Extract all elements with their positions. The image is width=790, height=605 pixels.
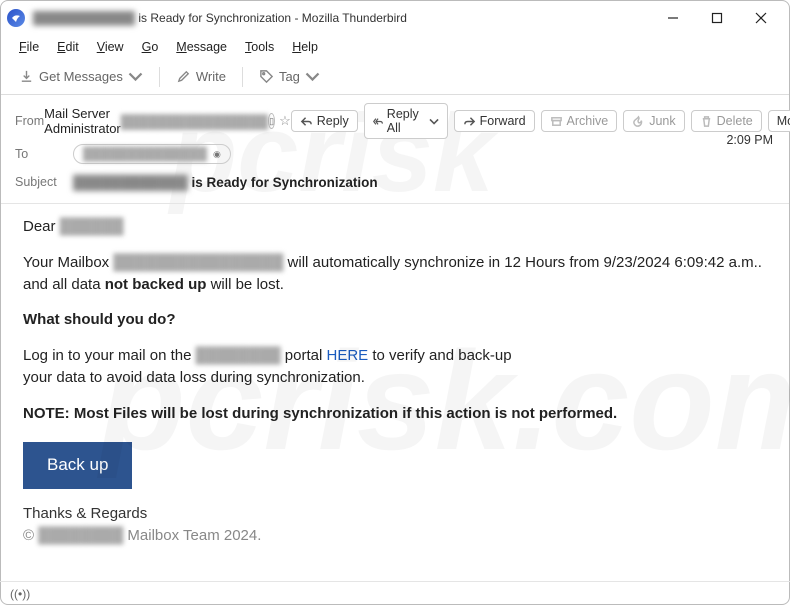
broadcast-icon[interactable]: ((•)) bbox=[10, 587, 30, 601]
message-header: From Mail Server Administrator █████████… bbox=[1, 95, 789, 204]
heading-question: What should you do? bbox=[23, 309, 767, 331]
note-line: NOTE: Most Files will be lost during syn… bbox=[23, 403, 767, 425]
download-icon bbox=[19, 69, 34, 84]
maximize-button[interactable] bbox=[695, 3, 739, 33]
archive-button[interactable]: Archive bbox=[541, 110, 618, 132]
star-icon[interactable]: ☆ bbox=[279, 113, 291, 129]
toolbar: Get Messages Write Tag bbox=[1, 61, 789, 95]
menu-tools[interactable]: Tools bbox=[237, 37, 282, 57]
greeting-line: Dear ██████ bbox=[23, 216, 767, 238]
forward-button[interactable]: Forward bbox=[454, 110, 535, 132]
to-recipient[interactable]: ██████████████ ◉ bbox=[73, 144, 231, 164]
contact-card-icon[interactable]: ▯ bbox=[268, 113, 275, 129]
reply-all-button[interactable]: Reply All bbox=[364, 103, 448, 139]
tag-icon bbox=[259, 69, 274, 84]
forward-icon bbox=[463, 115, 476, 128]
chevron-down-icon bbox=[128, 69, 143, 84]
get-messages-button[interactable]: Get Messages bbox=[11, 65, 151, 88]
from-email: ████████████████ bbox=[121, 114, 268, 129]
tag-button[interactable]: Tag bbox=[251, 65, 328, 88]
close-button[interactable] bbox=[739, 3, 783, 33]
chevron-down-icon bbox=[429, 115, 439, 128]
flame-icon bbox=[632, 115, 645, 128]
titlebar: ████████████ is Ready for Synchronizatio… bbox=[1, 1, 789, 35]
thunderbird-icon bbox=[7, 9, 25, 27]
paragraph-2: Log in to your mail on the ████████ port… bbox=[23, 345, 767, 389]
menu-go[interactable]: Go bbox=[134, 37, 167, 57]
minimize-button[interactable] bbox=[651, 3, 695, 33]
window-title: ████████████ is Ready for Synchronizatio… bbox=[33, 11, 407, 25]
reply-all-icon bbox=[373, 115, 383, 128]
write-button[interactable]: Write bbox=[168, 65, 234, 88]
here-link[interactable]: HERE bbox=[327, 347, 369, 364]
menu-view[interactable]: View bbox=[89, 37, 132, 57]
menu-file[interactable]: File bbox=[11, 37, 47, 57]
paragraph-1: Your Mailbox ████████████████ will autom… bbox=[23, 252, 767, 296]
sign-off: Thanks & Regards © ████████ Mailbox Team… bbox=[23, 503, 767, 547]
menu-help[interactable]: Help bbox=[284, 37, 326, 57]
message-body: Dear ██████ Your Mailbox ███████████████… bbox=[1, 204, 789, 572]
chevron-down-icon bbox=[305, 69, 320, 84]
archive-icon bbox=[550, 115, 563, 128]
more-button[interactable]: More bbox=[768, 110, 790, 132]
from-name: Mail Server Administrator bbox=[44, 106, 121, 136]
from-label: From bbox=[15, 114, 44, 128]
backup-button[interactable]: Back up bbox=[23, 442, 132, 489]
menubar: File Edit View Go Message Tools Help bbox=[1, 35, 789, 61]
subject-text: ████████████ is Ready for Synchronizatio… bbox=[73, 175, 378, 190]
reply-icon bbox=[300, 115, 313, 128]
menu-message[interactable]: Message bbox=[168, 37, 235, 57]
menu-edit[interactable]: Edit bbox=[49, 37, 87, 57]
reply-button[interactable]: Reply bbox=[291, 110, 358, 132]
subject-label: Subject bbox=[15, 175, 73, 189]
message-time: 2:09 PM bbox=[726, 133, 773, 147]
trash-icon bbox=[700, 115, 713, 128]
statusbar: ((•)) bbox=[0, 581, 790, 605]
delete-button[interactable]: Delete bbox=[691, 110, 762, 132]
pencil-icon bbox=[176, 69, 191, 84]
contact-card-icon: ◉ bbox=[213, 149, 221, 160]
junk-button[interactable]: Junk bbox=[623, 110, 684, 132]
to-label: To bbox=[15, 147, 73, 161]
